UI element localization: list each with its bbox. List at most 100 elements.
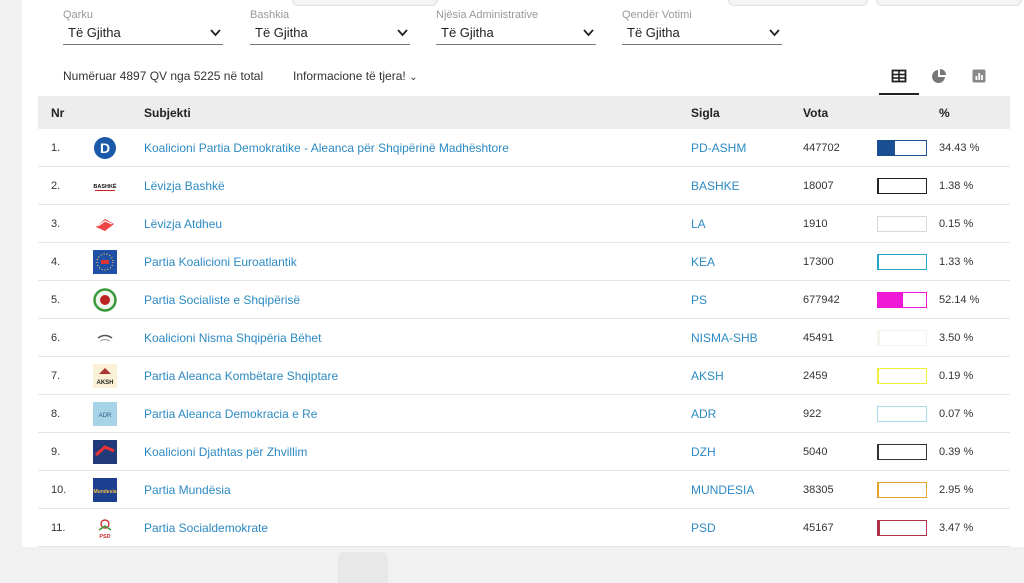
row-number: 1.: [38, 129, 78, 167]
vote-count: 677942: [803, 280, 877, 319]
table-row[interactable]: 3. Lëvizja Atdheu LA 1910 0.15 %: [38, 204, 1010, 243]
party-name-link[interactable]: Partia Socialiste e Shqipërisë: [144, 280, 691, 319]
party-name-link[interactable]: Koalicioni Nisma Shqipëria Bëhet: [144, 318, 691, 357]
row-number: 5.: [38, 280, 78, 319]
table-icon[interactable]: [891, 68, 907, 84]
table-row[interactable]: 1. D Koalicioni Partia Demokratike - Alean…: [38, 129, 1010, 167]
party-sigla[interactable]: PSD: [691, 508, 803, 547]
table-row[interactable]: 8. ADR Partia Aleanca Demokracia e Re ADR 92…: [38, 394, 1010, 433]
share-bar-cell: [877, 129, 939, 167]
table-row[interactable]: 9. Koalicioni Djathtas për Zhvillim DZH 504…: [38, 432, 1010, 471]
tab-stub[interactable]: [876, 0, 1022, 6]
logo-label: BASHKË: [93, 183, 117, 190]
vote-count: 45167: [803, 508, 877, 547]
share-bar-fill: [878, 330, 880, 345]
chevron-down-icon: [210, 29, 221, 37]
vote-percent: 52.14 %: [939, 280, 1010, 319]
share-bar-cell: [877, 204, 939, 243]
share-bar: [877, 139, 927, 156]
header-logo: [78, 96, 144, 129]
select-value: Të Gjitha: [627, 25, 680, 40]
vote-count: 1910: [803, 204, 877, 243]
party-sigla[interactable]: MUNDESIA: [691, 470, 803, 509]
mundesia-logo-icon: Mundesia: [93, 477, 117, 502]
vote-count: 38305: [803, 470, 877, 509]
psd-logo-icon: PSD: [98, 518, 112, 540]
share-bar-cell: [877, 318, 939, 357]
party-name-link[interactable]: Partia Mundësia: [144, 470, 691, 509]
row-number: 8.: [38, 394, 78, 433]
pie-chart-icon[interactable]: [931, 68, 947, 84]
party-name-link[interactable]: Lëvizja Bashkë: [144, 166, 691, 205]
party-name-link[interactable]: Partia Aleanca Demokracia e Re: [144, 394, 691, 433]
share-bar: [877, 291, 927, 308]
vote-percent: 1.38 %: [939, 166, 1010, 205]
njesia-administrative-select[interactable]: Të Gjitha: [436, 22, 596, 45]
vote-percent: 0.39 %: [939, 432, 1010, 471]
qarku-select[interactable]: Të Gjitha: [63, 22, 223, 45]
vote-percent: 2.95 %: [939, 470, 1010, 509]
table-row[interactable]: 4. Partia Koalicioni Euroatlantik KEA 17300…: [38, 242, 1010, 281]
filter-qender-votimi[interactable]: Qendër Votimi Të Gjitha: [622, 8, 782, 45]
row-number: 10.: [38, 470, 78, 509]
share-bar-fill: [878, 292, 904, 307]
party-name-link[interactable]: Koalicioni Djathtas për Zhvillim: [144, 432, 691, 471]
vote-percent: 3.50 %: [939, 318, 1010, 357]
party-name-link[interactable]: Partia Aleanca Kombëtare Shqiptare: [144, 356, 691, 395]
party-sigla[interactable]: AKSH: [691, 356, 803, 395]
logo-label: AKSH: [96, 380, 113, 386]
share-bar-cell: [877, 356, 939, 395]
party-sigla[interactable]: BASHKE: [691, 166, 803, 205]
party-sigla[interactable]: DZH: [691, 432, 803, 471]
header-sigla: Sigla: [691, 105, 720, 120]
party-sigla[interactable]: PD-ASHM: [691, 129, 803, 167]
party-sigla[interactable]: ADR: [691, 394, 803, 433]
filter-njesia-administrative[interactable]: Njësia Administrative Të Gjitha: [436, 8, 596, 45]
party-name-link[interactable]: Partia Koalicioni Euroatlantik: [144, 242, 691, 281]
share-bar: [877, 519, 927, 536]
table-row[interactable]: 7. AKSH Partia Aleanca Kombëtare Shqiptare…: [38, 356, 1010, 395]
tab-stub[interactable]: [292, 0, 438, 6]
party-sigla[interactable]: KEA: [691, 242, 803, 281]
select-value: Të Gjitha: [68, 25, 121, 40]
table-row[interactable]: 11. PSD Partia Socialdemokrate PSD 45167 3.47…: [38, 508, 1010, 547]
row-number: 2.: [38, 166, 78, 205]
share-bar: [877, 481, 927, 498]
ps-logo-icon: [93, 287, 117, 312]
share-bar-cell: [877, 394, 939, 433]
qender-votimi-select[interactable]: Të Gjitha: [622, 22, 782, 45]
row-logo-cell: [78, 204, 144, 243]
vote-percent: 0.07 %: [939, 394, 1010, 433]
vote-count: 5040: [803, 432, 877, 471]
row-logo-cell: BASHKË: [78, 166, 144, 205]
filter-label: Bashkia: [250, 9, 290, 21]
chevron-down-icon: [397, 29, 408, 37]
table-row[interactable]: 2. BASHKË Lëvizja Bashkë BASHKE 18007 1.38 %: [38, 166, 1010, 205]
row-logo-cell: D: [78, 129, 144, 167]
bar-chart-icon[interactable]: [971, 68, 987, 84]
bashkia-select[interactable]: Të Gjitha: [250, 22, 410, 45]
table-row[interactable]: 5. Partia Socialiste e Shqipërisë PS 677942…: [38, 280, 1010, 319]
party-sigla[interactable]: PS: [691, 280, 803, 319]
share-bar: [877, 329, 927, 346]
share-bar-cell: [877, 242, 939, 281]
table-row[interactable]: 10. Mundesia Partia Mundësia MUNDESIA 38305 2…: [38, 470, 1010, 509]
more-info-toggle[interactable]: Informacione të tjera! ⌄: [293, 69, 417, 83]
logo-label: PSD: [99, 534, 110, 540]
vote-percent: 3.47 %: [939, 508, 1010, 547]
tab-stub[interactable]: [728, 0, 868, 6]
filter-qarku[interactable]: Qarku Të Gjitha: [63, 8, 223, 45]
party-name-link[interactable]: Lëvizja Atdheu: [144, 204, 691, 243]
party-sigla[interactable]: NISMA-SHB: [691, 318, 803, 357]
party-sigla[interactable]: LA: [691, 204, 803, 243]
party-name-link[interactable]: Koalicioni Partia Demokratike - Aleanca …: [144, 129, 691, 167]
table-row[interactable]: 6. Koalicioni Nisma Shqipëria Bëhet NISMA-…: [38, 318, 1010, 357]
party-name-link[interactable]: Partia Socialdemokrate: [144, 508, 691, 547]
logo-label: Mundesia: [93, 489, 116, 495]
vote-count: 18007: [803, 166, 877, 205]
vote-percent: 34.43 %: [939, 129, 1010, 167]
scroll-to-top-button[interactable]: [338, 552, 388, 583]
vote-percent: 0.19 %: [939, 356, 1010, 395]
dzh-logo-icon: [93, 439, 117, 464]
filter-bashkia[interactable]: Bashkia Të Gjitha: [250, 8, 410, 45]
